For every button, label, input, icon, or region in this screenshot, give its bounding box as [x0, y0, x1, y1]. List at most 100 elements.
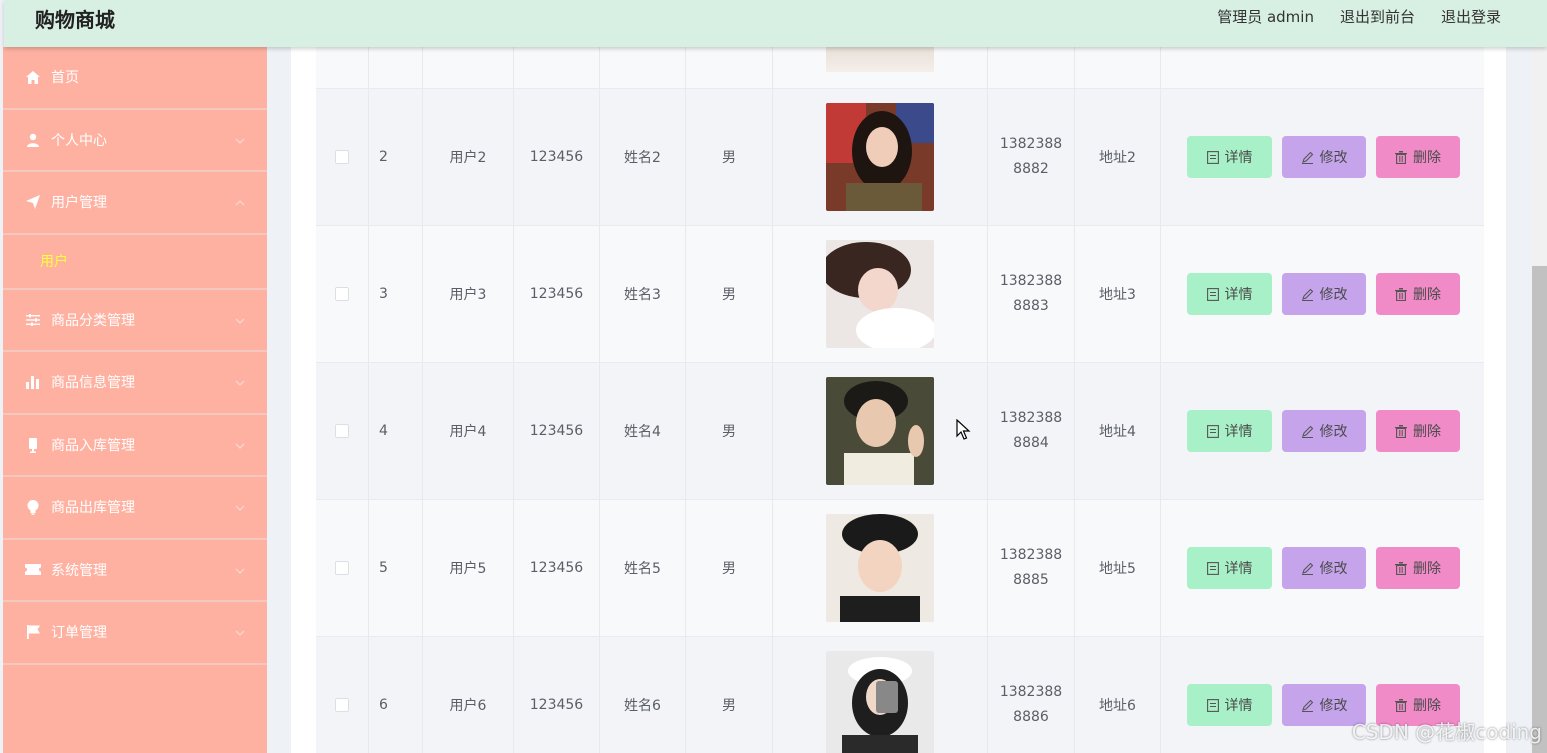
detail-button[interactable]: 详情 [1187, 136, 1272, 178]
document-icon [1206, 150, 1219, 164]
sidebar-item-user-management[interactable]: 用户管理 [3, 172, 267, 235]
scrollbar-thumb[interactable] [1532, 266, 1547, 753]
edit-button[interactable]: 修改 [1282, 273, 1366, 315]
row-address: 地址6 [1075, 637, 1161, 753]
row-password: 123456 [514, 500, 600, 636]
exit-to-front-link[interactable]: 退出到前台 [1340, 6, 1415, 27]
delete-button[interactable]: 删除 [1376, 547, 1460, 589]
delete-label: 删除 [1413, 150, 1441, 166]
row-avatar-cell [773, 500, 988, 636]
row-gender: 男 [686, 637, 773, 753]
delete-label: 删除 [1413, 561, 1441, 577]
document-icon [1206, 424, 1219, 438]
bulb-icon [25, 499, 41, 515]
delete-button[interactable]: 删除 [1376, 273, 1460, 315]
delete-button[interactable]: 删除 [1376, 410, 1460, 452]
detail-button[interactable]: 详情 [1187, 547, 1272, 589]
row-username: 用户3 [423, 226, 514, 362]
row-phone: 1382388 8884 [988, 363, 1075, 499]
row-username: 用户2 [423, 89, 514, 225]
detail-button[interactable]: 详情 [1187, 684, 1272, 726]
phone-line2: 8882 [1013, 161, 1049, 177]
sidebar-item-home[interactable]: 首页 [3, 47, 267, 110]
avatar-image [826, 240, 934, 348]
document-icon [1206, 698, 1219, 712]
row-checkbox[interactable] [335, 698, 349, 712]
edit-label: 修改 [1319, 698, 1348, 714]
row-password: 123456 [514, 637, 600, 753]
bar-chart-icon [25, 374, 41, 390]
table-row: 3 用户3 123456 姓名3 男 1382388 8883 地址3 详情 修改… [316, 226, 1484, 363]
sidebar-item-product-info-management[interactable]: 商品信息管理 [3, 352, 267, 415]
avatar-image [826, 47, 934, 72]
sidebar-item-label: 首页 [51, 70, 79, 87]
sidebar-item-label: 商品分类管理 [51, 312, 135, 329]
pencil-icon [1301, 699, 1313, 712]
row-index: 2 [369, 89, 423, 225]
edit-label: 修改 [1319, 561, 1348, 577]
detail-label: 详情 [1224, 287, 1253, 303]
row-username: 用户5 [423, 500, 514, 636]
logout-link[interactable]: 退出登录 [1441, 6, 1501, 27]
chevron-up-icon [235, 194, 245, 210]
avatar-image [826, 377, 934, 485]
chevron-down-icon [235, 312, 245, 328]
trash-icon [1395, 424, 1407, 438]
row-phone: 1382388 8882 [988, 89, 1075, 225]
battery-icon [25, 437, 41, 453]
sidebar-subitem-label: 用户 [40, 254, 68, 270]
row-password: 123456 [514, 363, 600, 499]
send-icon [25, 194, 41, 210]
chevron-down-icon [235, 624, 245, 640]
chevron-down-icon [235, 499, 245, 515]
phone-line1: 1382388 [999, 410, 1063, 426]
delete-label: 删除 [1413, 698, 1441, 714]
row-name: 姓名5 [600, 500, 686, 636]
row-checkbox[interactable] [335, 424, 349, 438]
sidebar-item-order-management[interactable]: 订单管理 [3, 602, 267, 665]
detail-button[interactable]: 详情 [1187, 410, 1272, 452]
sidebar-subitem-users[interactable]: 用户 [3, 235, 267, 290]
row-checkbox-cell [316, 363, 369, 499]
sidebar-item-system-management[interactable]: 系统管理 [3, 540, 267, 602]
delete-button[interactable]: 删除 [1376, 136, 1460, 178]
sidebar-item-label: 商品入库管理 [51, 437, 135, 454]
row-checkbox[interactable] [335, 287, 349, 301]
row-actions: 详情 修改 删除 [1161, 89, 1484, 225]
edit-button[interactable]: 修改 [1282, 547, 1366, 589]
row-address: 地址4 [1075, 363, 1161, 499]
row-avatar-cell [773, 89, 988, 225]
sidebar-item-label: 商品信息管理 [51, 375, 135, 392]
table-row-partial [316, 47, 1484, 89]
detail-label: 详情 [1224, 698, 1253, 714]
trash-icon [1395, 698, 1407, 712]
user-table: 2 用户2 123456 姓名2 男 1382388 8882 地址2 详情 修改… [316, 47, 1484, 753]
row-avatar-cell [773, 637, 988, 753]
row-username: 用户4 [423, 363, 514, 499]
edit-button[interactable]: 修改 [1282, 410, 1366, 452]
avatar-image [826, 103, 934, 211]
sidebar-item-label: 个人中心 [51, 132, 107, 149]
ticket-icon [25, 562, 41, 578]
detail-label: 详情 [1224, 150, 1253, 166]
sidebar-item-stock-in-management[interactable]: 商品入库管理 [3, 415, 267, 477]
avatar-image [826, 514, 934, 622]
row-checkbox[interactable] [335, 561, 349, 575]
phone-line1: 1382388 [999, 273, 1063, 289]
admin-label: 管理员 admin [1217, 8, 1314, 26]
phone-line2: 8886 [1013, 709, 1049, 725]
sliders-icon [25, 312, 41, 328]
phone-line1: 1382388 [999, 684, 1063, 700]
edit-button[interactable]: 修改 [1282, 136, 1366, 178]
phone-line2: 8883 [1013, 298, 1049, 314]
phone-line1: 1382388 [999, 136, 1063, 152]
row-index: 5 [369, 500, 423, 636]
sidebar-item-personal-center[interactable]: 个人中心 [3, 110, 267, 172]
detail-button[interactable]: 详情 [1187, 273, 1272, 315]
row-checkbox[interactable] [335, 150, 349, 164]
edit-label: 修改 [1319, 287, 1348, 303]
sidebar-item-stock-out-management[interactable]: 商品出库管理 [3, 477, 267, 540]
chevron-down-icon [235, 437, 245, 453]
sidebar-item-category-management[interactable]: 商品分类管理 [3, 290, 267, 352]
watermark: CSDN @花椒coding [1351, 720, 1542, 744]
